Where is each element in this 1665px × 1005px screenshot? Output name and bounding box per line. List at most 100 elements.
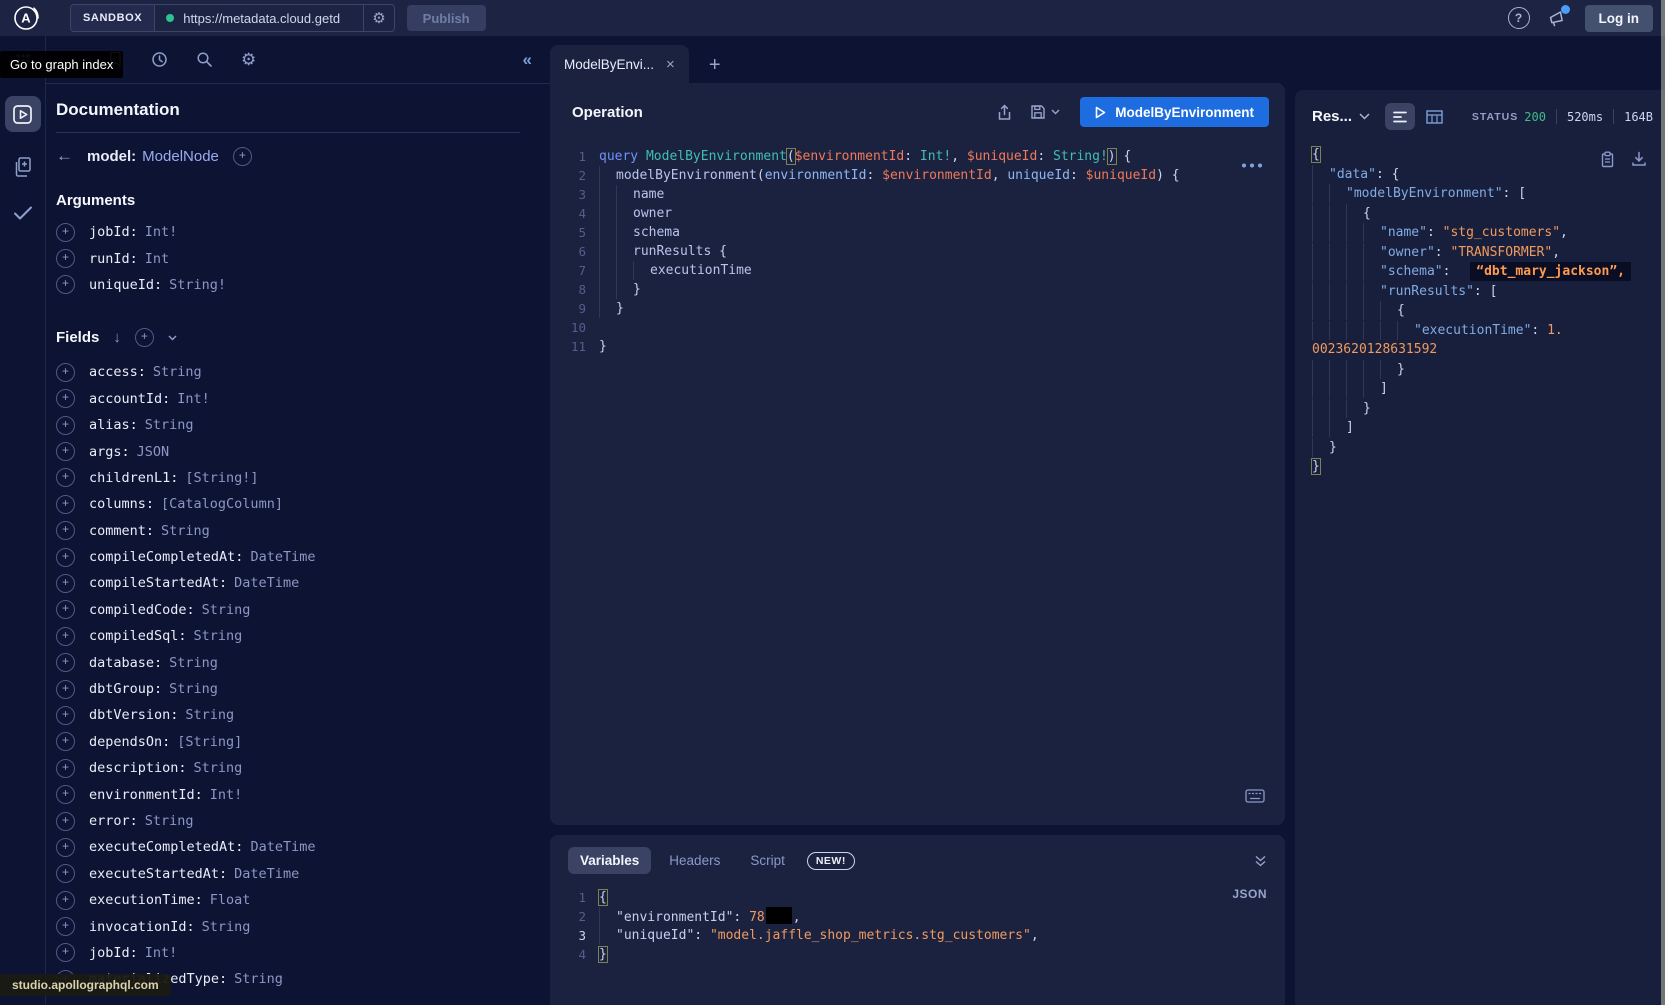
field-type[interactable]: String [185, 707, 234, 723]
operation-tab[interactable]: ModelByEnvi... × [550, 45, 689, 83]
download-response-icon[interactable] [1631, 151, 1647, 168]
field-row[interactable]: +database:String [56, 649, 524, 675]
field-row[interactable]: +error:String [56, 808, 524, 834]
tab-headers[interactable]: Headers [657, 847, 732, 874]
field-type[interactable]: DateTime [250, 549, 315, 565]
field-type[interactable]: String [194, 760, 243, 776]
variables-editor[interactable]: 1{2"environmentId": 78,3"uniqueId": "mod… [550, 888, 1285, 964]
field-type[interactable]: DateTime [234, 866, 299, 882]
field-type[interactable]: String [234, 971, 283, 987]
apollo-logo[interactable]: A [12, 4, 40, 32]
keyboard-shortcuts-icon[interactable] [1245, 789, 1265, 803]
field-row[interactable]: +description:String [56, 755, 524, 781]
field-type[interactable]: Int! [177, 391, 210, 407]
add-type-button[interactable]: + [233, 147, 252, 166]
add-tab-button[interactable]: + [709, 55, 721, 75]
field-type[interactable]: String [145, 417, 194, 433]
tab-variables[interactable]: Variables [568, 847, 651, 874]
login-button[interactable]: Log in [1585, 5, 1654, 32]
add-field-button[interactable]: + [56, 363, 75, 382]
query-editor[interactable]: 1query ModelByEnvironment($environmentId… [550, 147, 1285, 356]
add-field-button[interactable]: + [56, 495, 75, 514]
page-scrollbar[interactable] [1661, 0, 1665, 1005]
add-field-button[interactable]: + [56, 917, 75, 936]
add-field-button[interactable]: + [56, 521, 75, 540]
breadcrumb-type[interactable]: ModelNode [142, 148, 219, 165]
argument-row[interactable]: +runId:Int [56, 245, 524, 271]
field-type[interactable]: JSON [137, 444, 170, 460]
help-icon[interactable]: ? [1508, 7, 1530, 29]
add-field-button[interactable]: + [56, 653, 75, 672]
field-type[interactable]: Int [145, 251, 169, 267]
share-operation-icon[interactable] [997, 104, 1012, 121]
add-field-button[interactable]: + [56, 249, 75, 268]
field-row[interactable]: +childrenL1:[String!] [56, 465, 524, 491]
field-type[interactable]: String [169, 655, 218, 671]
field-row[interactable]: +executionTime:Float [56, 887, 524, 913]
add-field-button[interactable]: + [56, 468, 75, 487]
collapse-panel-icon[interactable]: « [523, 50, 532, 70]
field-type[interactable]: Int! [210, 787, 243, 803]
field-row[interactable]: +compiledCode:String [56, 597, 524, 623]
endpoint-settings-icon[interactable]: ⚙ [363, 5, 393, 31]
endpoint-url-input[interactable]: https://metadata.cloud.getd [183, 11, 363, 26]
field-type[interactable]: String [202, 919, 251, 935]
field-row[interactable]: +dbtGroup:String [56, 676, 524, 702]
add-field-button[interactable]: + [56, 838, 75, 857]
table-view-button[interactable] [1426, 110, 1443, 124]
field-row[interactable]: +access:String [56, 359, 524, 385]
copy-response-icon[interactable] [1600, 151, 1615, 168]
add-field-button[interactable]: + [56, 574, 75, 593]
field-row[interactable]: +executeCompletedAt:DateTime [56, 834, 524, 860]
field-row[interactable]: +dependsOn:[String] [56, 729, 524, 755]
field-type[interactable]: String [145, 813, 194, 829]
field-type[interactable]: String [153, 364, 202, 380]
add-field-button[interactable]: + [56, 785, 75, 804]
operation-collections-icon[interactable] [12, 156, 33, 178]
field-type[interactable]: Int! [145, 945, 178, 961]
add-field-button[interactable]: + [56, 864, 75, 883]
editor-options-icon[interactable] [1241, 163, 1263, 168]
add-field-button[interactable]: + [56, 627, 75, 646]
search-icon[interactable] [196, 51, 213, 68]
publish-button[interactable]: Publish [407, 5, 486, 31]
tab-script[interactable]: Script [738, 847, 797, 874]
collapse-variables-icon[interactable] [1254, 855, 1267, 867]
sort-fields-icon[interactable]: ↓ [113, 329, 121, 346]
field-row[interactable]: +compileStartedAt:DateTime [56, 570, 524, 596]
field-type[interactable]: DateTime [250, 839, 315, 855]
add-field-button[interactable]: + [56, 600, 75, 619]
field-type[interactable]: Float [210, 892, 251, 908]
field-type[interactable]: [String!] [185, 470, 258, 486]
field-row[interactable]: +comment:String [56, 518, 524, 544]
field-row[interactable]: +args:JSON [56, 438, 524, 464]
field-type[interactable]: String! [169, 277, 226, 293]
add-field-button[interactable]: + [56, 759, 75, 778]
add-all-fields-button[interactable]: + [135, 328, 154, 347]
checklist-icon[interactable] [12, 204, 34, 222]
add-field-button[interactable]: + [56, 389, 75, 408]
field-row[interactable]: +jobId:Int! [56, 940, 524, 966]
add-field-button[interactable]: + [56, 706, 75, 725]
field-row[interactable]: +accountId:Int! [56, 386, 524, 412]
argument-row[interactable]: +jobId:Int! [56, 219, 524, 245]
add-field-button[interactable]: + [56, 812, 75, 831]
field-type[interactable]: [String] [177, 734, 242, 750]
field-row[interactable]: +alias:String [56, 412, 524, 438]
field-row[interactable]: +invocationId:String [56, 913, 524, 939]
response-dropdown-chevron-icon[interactable] [1359, 113, 1370, 120]
field-row[interactable]: +dbtVersion:String [56, 702, 524, 728]
add-field-button[interactable]: + [56, 891, 75, 910]
add-field-button[interactable]: + [56, 416, 75, 435]
field-type[interactable]: String [169, 681, 218, 697]
add-field-button[interactable]: + [56, 680, 75, 699]
field-row[interactable]: +environmentId:Int! [56, 781, 524, 807]
field-row[interactable]: +compileCompletedAt:DateTime [56, 544, 524, 570]
explorer-icon[interactable] [5, 96, 41, 132]
field-type[interactable]: String [194, 628, 243, 644]
add-field-button[interactable]: + [56, 223, 75, 242]
add-field-button[interactable]: + [56, 548, 75, 567]
history-icon[interactable] [151, 51, 168, 68]
raw-view-button[interactable] [1385, 103, 1415, 130]
field-row[interactable]: +compiledSql:String [56, 623, 524, 649]
